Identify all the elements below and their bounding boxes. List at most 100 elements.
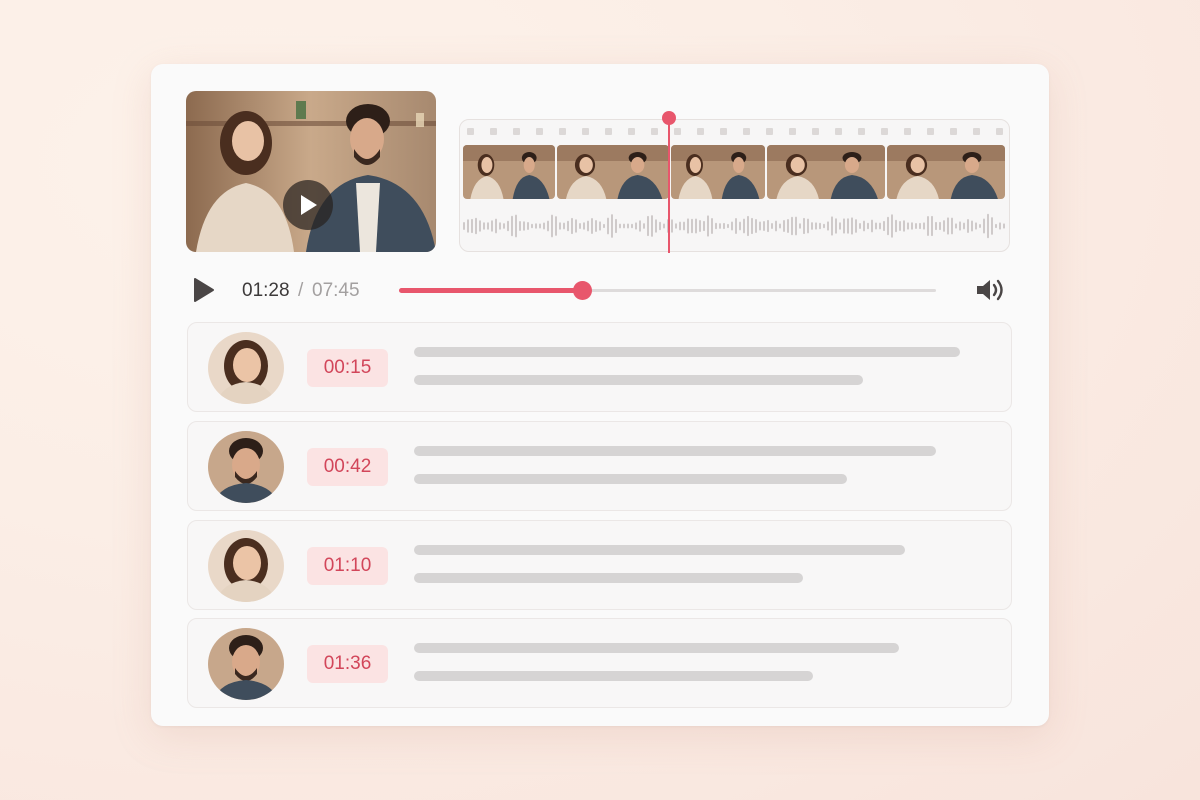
timeline-thumbnail[interactable] bbox=[767, 145, 885, 199]
segment-timestamp[interactable]: 00:42 bbox=[307, 448, 388, 486]
timeline-filmstrip[interactable] bbox=[459, 111, 1010, 253]
timeline-playhead-handle[interactable] bbox=[662, 111, 676, 125]
waveform-bar bbox=[935, 221, 937, 231]
waveform-bar bbox=[479, 220, 481, 232]
total-duration: 07:45 bbox=[312, 280, 360, 301]
sprocket-hole bbox=[973, 128, 980, 135]
waveform-bar bbox=[951, 217, 953, 235]
waveform-bar bbox=[471, 218, 473, 234]
waveform-bar bbox=[627, 223, 629, 229]
sprocket-hole bbox=[467, 128, 474, 135]
waveform-bar bbox=[723, 222, 725, 230]
volume-button[interactable] bbox=[975, 276, 1007, 304]
waveform-bar bbox=[999, 222, 1001, 230]
video-preview[interactable] bbox=[186, 91, 436, 252]
waveform-bar bbox=[823, 223, 825, 229]
waveform-bar bbox=[891, 214, 893, 238]
waveform-bar bbox=[807, 218, 809, 234]
transcript-text-placeholder bbox=[414, 347, 960, 357]
timeline-thumbnail[interactable] bbox=[463, 145, 555, 199]
waveform-bar bbox=[567, 220, 569, 232]
waveform-bar bbox=[687, 218, 689, 234]
waveform-bar bbox=[531, 223, 533, 229]
waveform-bar bbox=[963, 222, 965, 230]
waveform-bar bbox=[511, 215, 513, 237]
waveform-bar bbox=[831, 216, 833, 236]
transcript-row[interactable]: 00:42 bbox=[187, 421, 1012, 511]
video-editor-card: 01:28 / 07:45 00:15 00:42 01:10 01:36 bbox=[151, 64, 1049, 726]
waveform-bar bbox=[727, 223, 729, 229]
waveform-bar bbox=[603, 223, 605, 229]
waveform-bar bbox=[663, 223, 665, 229]
waveform-bar bbox=[887, 216, 889, 236]
waveform-bar bbox=[475, 217, 477, 235]
waveform-bar bbox=[679, 221, 681, 231]
transcript-row[interactable]: 01:10 bbox=[187, 520, 1012, 610]
seek-progress bbox=[399, 288, 582, 293]
waveform-bar bbox=[575, 219, 577, 233]
waveform-bar bbox=[691, 218, 693, 234]
timeline-thumbnail[interactable] bbox=[887, 145, 1005, 199]
transcript-row[interactable]: 00:15 bbox=[187, 322, 1012, 412]
audio-waveform bbox=[463, 213, 1005, 239]
video-play-button[interactable] bbox=[283, 180, 333, 230]
waveform-bar bbox=[539, 223, 541, 229]
waveform-bar bbox=[923, 222, 925, 230]
waveform-bar bbox=[871, 219, 873, 233]
waveform-bar bbox=[747, 215, 749, 237]
sprocket-hole bbox=[628, 128, 635, 135]
waveform-bar bbox=[611, 214, 613, 238]
speaker-avatar-man bbox=[208, 431, 284, 503]
waveform-bar bbox=[859, 222, 861, 230]
filmstrip-sprockets bbox=[467, 128, 1004, 136]
speaker-avatar-woman bbox=[208, 530, 284, 602]
waveform-bar bbox=[583, 222, 585, 230]
waveform-bar bbox=[503, 223, 505, 229]
sprocket-hole bbox=[858, 128, 865, 135]
timeline-thumbnail[interactable] bbox=[557, 145, 669, 199]
play-button[interactable] bbox=[191, 275, 217, 305]
timeline-thumbnail[interactable] bbox=[671, 145, 765, 199]
waveform-bar bbox=[555, 216, 557, 236]
waveform-bar bbox=[515, 214, 517, 238]
waveform-bar bbox=[987, 213, 989, 239]
sprocket-hole bbox=[881, 128, 888, 135]
sprocket-hole bbox=[582, 128, 589, 135]
segment-timestamp[interactable]: 00:15 bbox=[307, 349, 388, 387]
waveform-bar bbox=[903, 220, 905, 232]
play-icon bbox=[194, 278, 214, 302]
sprocket-hole bbox=[812, 128, 819, 135]
waveform-bar bbox=[919, 222, 921, 230]
segment-timestamp[interactable]: 01:36 bbox=[307, 645, 388, 683]
waveform-bar bbox=[519, 221, 521, 231]
sprocket-hole bbox=[904, 128, 911, 135]
seek-bar[interactable] bbox=[399, 281, 936, 300]
waveform-bar bbox=[699, 220, 701, 232]
seek-handle[interactable] bbox=[572, 281, 592, 300]
segment-timestamp[interactable]: 01:10 bbox=[307, 547, 388, 585]
waveform-bar bbox=[571, 217, 573, 235]
waveform-bar bbox=[631, 223, 633, 229]
speaker-avatar-man bbox=[208, 628, 284, 700]
waveform-bar bbox=[563, 222, 565, 230]
waveform-bar bbox=[731, 221, 733, 231]
waveform-bar bbox=[591, 217, 593, 235]
sprocket-hole bbox=[674, 128, 681, 135]
waveform-bar bbox=[843, 218, 845, 234]
waveform-bar bbox=[467, 219, 469, 233]
waveform-bar bbox=[639, 220, 641, 232]
sprocket-hole bbox=[651, 128, 658, 135]
waveform-bar bbox=[787, 219, 789, 233]
timeline-playhead[interactable] bbox=[668, 117, 670, 253]
waveform-bar bbox=[683, 221, 685, 231]
waveform-bar bbox=[763, 220, 765, 232]
transcript-row[interactable]: 01:36 bbox=[187, 618, 1012, 708]
waveform-bar bbox=[599, 221, 601, 231]
waveform-bar bbox=[975, 222, 977, 230]
waveform-bar bbox=[899, 221, 901, 231]
waveform-bar bbox=[487, 222, 489, 230]
waveform-bar bbox=[595, 219, 597, 233]
waveform-bar bbox=[659, 221, 661, 231]
sprocket-hole bbox=[720, 128, 727, 135]
waveform-bar bbox=[835, 218, 837, 234]
